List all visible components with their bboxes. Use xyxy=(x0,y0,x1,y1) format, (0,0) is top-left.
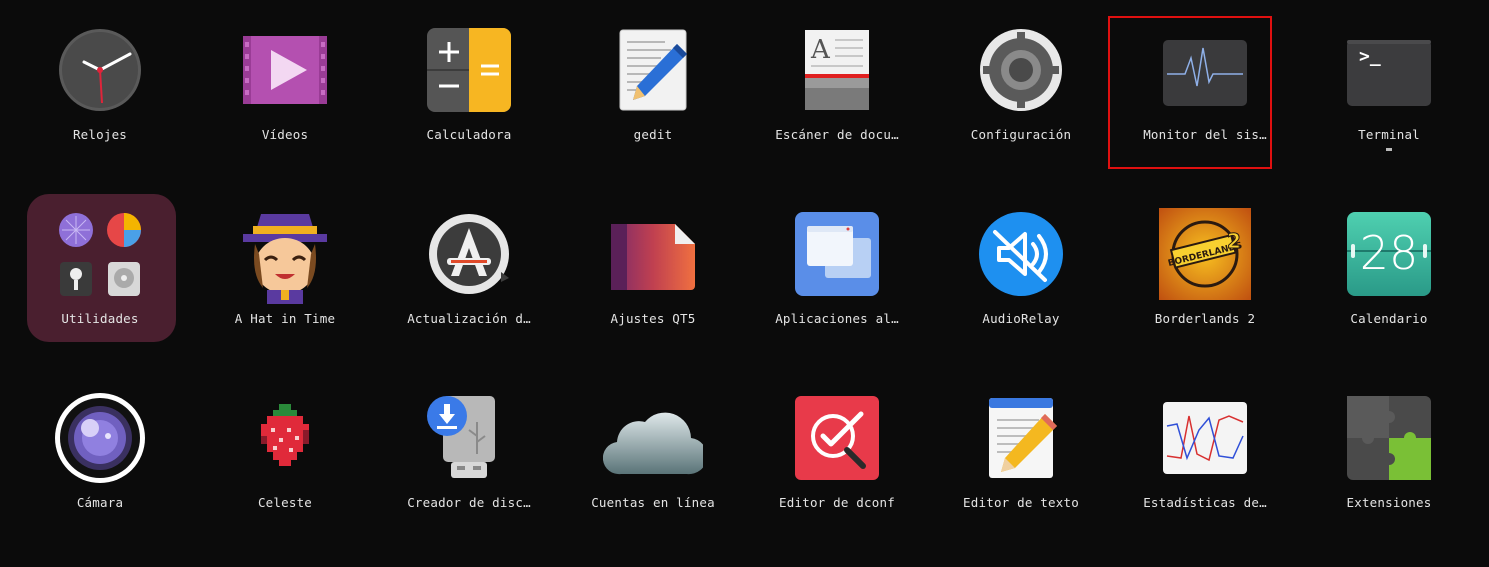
borderlands-icon: BORDERLANDS 2 xyxy=(1159,208,1251,300)
app-tile-relojes[interactable]: Relojes xyxy=(16,0,184,150)
document-scanner-icon: A xyxy=(795,28,879,112)
svg-text:A: A xyxy=(810,35,831,65)
app-label: Cámara xyxy=(76,495,124,510)
usb-creator-icon xyxy=(427,396,511,480)
app-tile-celeste[interactable]: Celeste xyxy=(201,368,369,518)
cloud-icon xyxy=(603,396,703,480)
app-tile-hat-in-time[interactable]: A Hat in Time xyxy=(201,184,369,334)
dconf-editor-icon xyxy=(795,396,879,480)
app-label: Borderlands 2 xyxy=(1154,311,1256,326)
strawberry-icon xyxy=(243,396,327,480)
app-tile-configuracion[interactable]: Configuración xyxy=(937,0,1105,150)
software-update-icon xyxy=(427,212,511,296)
settings-gear-icon xyxy=(979,28,1063,112)
app-label: Editor de dconf xyxy=(779,495,895,510)
app-label: Configuración xyxy=(970,127,1072,142)
app-tile-videos[interactable]: Vídeos xyxy=(201,0,369,150)
video-icon xyxy=(243,28,327,112)
app-tile-cuentas-linea[interactable]: Cuentas en línea xyxy=(569,368,737,518)
app-label: Extensiones xyxy=(1346,495,1432,510)
app-label: Celeste xyxy=(257,495,313,510)
app-tile-editor-texto[interactable]: Editor de texto xyxy=(937,368,1105,518)
calculator-icon xyxy=(427,28,511,112)
app-label: Aplicaciones al… xyxy=(775,311,899,326)
terminal-prompt: >_ xyxy=(1359,46,1381,67)
app-label: Calendario xyxy=(1350,311,1428,326)
app-tile-borderlands-2[interactable]: BORDERLANDS 2 Borderlands 2 xyxy=(1121,184,1289,334)
app-tile-monitor-sistema[interactable]: Monitor del sis… xyxy=(1121,0,1289,150)
app-tile-creador-disco[interactable]: Creador de disc… xyxy=(385,368,553,518)
svg-text:2: 2 xyxy=(1227,229,1241,253)
app-label: Creador de disc… xyxy=(407,495,531,510)
running-indicator xyxy=(1386,148,1392,151)
app-tile-actualizacion[interactable]: Actualización d… xyxy=(385,184,553,334)
app-label: Vídeos xyxy=(261,127,309,142)
app-tile-audiorelay[interactable]: AudioRelay xyxy=(937,184,1105,334)
statistics-icon xyxy=(1163,396,1247,480)
audiorelay-icon xyxy=(979,212,1063,296)
app-label: Escáner de docu… xyxy=(775,127,899,142)
app-label: Ajustes QT5 xyxy=(610,311,696,326)
app-label: Relojes xyxy=(72,127,128,142)
gedit-icon xyxy=(611,28,695,112)
app-tile-terminal[interactable]: >_ Terminal xyxy=(1305,0,1473,151)
app-tile-camara[interactable]: Cámara xyxy=(16,368,184,518)
app-tile-estadisticas[interactable]: Estadísticas de… xyxy=(1121,368,1289,518)
app-label: Cuentas en línea xyxy=(591,495,715,510)
app-label: Editor de texto xyxy=(963,495,1079,510)
text-editor-icon xyxy=(979,396,1063,480)
app-tile-calculadora[interactable]: Calculadora xyxy=(385,0,553,150)
app-tile-ajustes-qt5[interactable]: Ajustes QT5 xyxy=(569,184,737,334)
system-monitor-icon xyxy=(1163,28,1247,112)
app-label: Monitor del sis… xyxy=(1143,127,1267,142)
app-label: Actualización d… xyxy=(407,311,531,326)
app-tile-calendario[interactable]: 28 Calendario xyxy=(1305,184,1473,334)
app-tile-gedit[interactable]: gedit xyxy=(569,0,737,150)
app-label: AudioRelay xyxy=(982,311,1060,326)
app-tile-editor-dconf[interactable]: Editor de dconf xyxy=(753,368,921,518)
qt5-settings-icon xyxy=(611,212,695,296)
startup-apps-icon xyxy=(795,212,879,296)
app-label: gedit xyxy=(633,127,673,142)
puzzle-icon xyxy=(1347,396,1431,480)
app-label: Estadísticas de… xyxy=(1143,495,1267,510)
terminal-icon: >_ xyxy=(1347,28,1431,112)
app-tile-escaner[interactable]: A Escáner de docu… xyxy=(753,0,921,150)
app-label: Utilidades xyxy=(61,311,139,326)
camera-icon xyxy=(55,393,145,483)
app-tile-utilidades[interactable]: Utilidades xyxy=(16,184,184,334)
app-tile-aplicaciones-al[interactable]: Aplicaciones al… xyxy=(753,184,921,334)
calendar-day-number: 28 xyxy=(1359,226,1419,280)
app-label: A Hat in Time xyxy=(234,311,336,326)
clock-icon xyxy=(58,28,142,112)
app-tile-extensiones[interactable]: Extensiones xyxy=(1305,368,1473,518)
hat-kid-icon xyxy=(243,212,327,304)
calendar-icon: 28 xyxy=(1347,212,1431,296)
app-label: Calculadora xyxy=(426,127,512,142)
app-label: Terminal xyxy=(1358,127,1420,142)
utilities-folder-icon xyxy=(58,212,142,296)
